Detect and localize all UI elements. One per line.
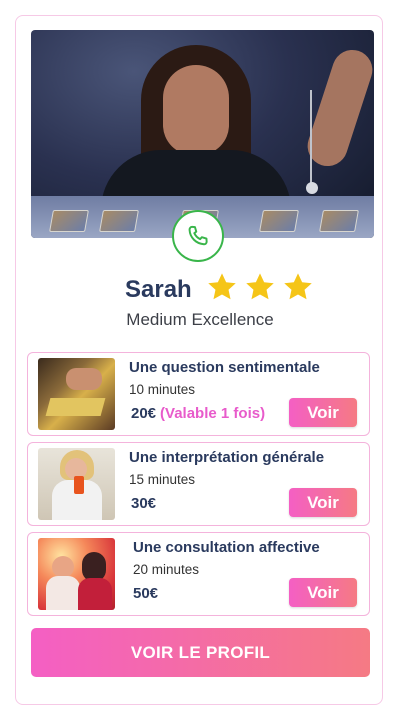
- view-profile-button[interactable]: VOIR LE PROFIL: [31, 628, 370, 677]
- star-icon: [284, 273, 312, 300]
- offer-title: Une consultation affective: [133, 539, 320, 556]
- star-icon: [246, 273, 274, 300]
- voir-button[interactable]: Voir: [289, 578, 357, 607]
- psychic-photo: [31, 30, 374, 238]
- offer-image: [38, 538, 115, 610]
- psychic-name: Sarah: [125, 276, 192, 303]
- offer-card: Une question sentimentale 10 minutes 20€…: [27, 352, 370, 436]
- call-button[interactable]: [172, 210, 224, 262]
- offer-price: 50€: [133, 585, 159, 602]
- offer-price: 20€: [131, 405, 157, 422]
- offer-image: [38, 358, 115, 430]
- offer-duration: 10 minutes: [129, 382, 196, 397]
- offer-price-line: 30€: [131, 495, 156, 512]
- star-icon: [208, 273, 236, 300]
- psychic-title: Medium Excellence: [126, 310, 274, 329]
- offer-card: Une interprétation générale 15 minutes 3…: [27, 442, 370, 526]
- offer-title: Une question sentimentale: [129, 359, 320, 376]
- voir-button[interactable]: Voir: [289, 398, 357, 427]
- offer-price-line: 20€ (Valable 1 fois): [131, 405, 265, 422]
- offer-note: (Valable 1 fois): [160, 405, 266, 422]
- offer-card: Une consultation affective 20 minutes 50…: [27, 532, 370, 616]
- offer-price-line: 50€: [133, 585, 158, 602]
- offer-duration: 15 minutes: [129, 472, 196, 487]
- offer-title: Une interprétation générale: [129, 449, 325, 466]
- offer-image: [38, 448, 115, 520]
- voir-button[interactable]: Voir: [289, 488, 357, 517]
- rating-stars: [206, 271, 314, 303]
- offer-duration: 20 minutes: [133, 562, 200, 577]
- phone-icon: [188, 225, 208, 246]
- offer-price: 30€: [131, 495, 157, 512]
